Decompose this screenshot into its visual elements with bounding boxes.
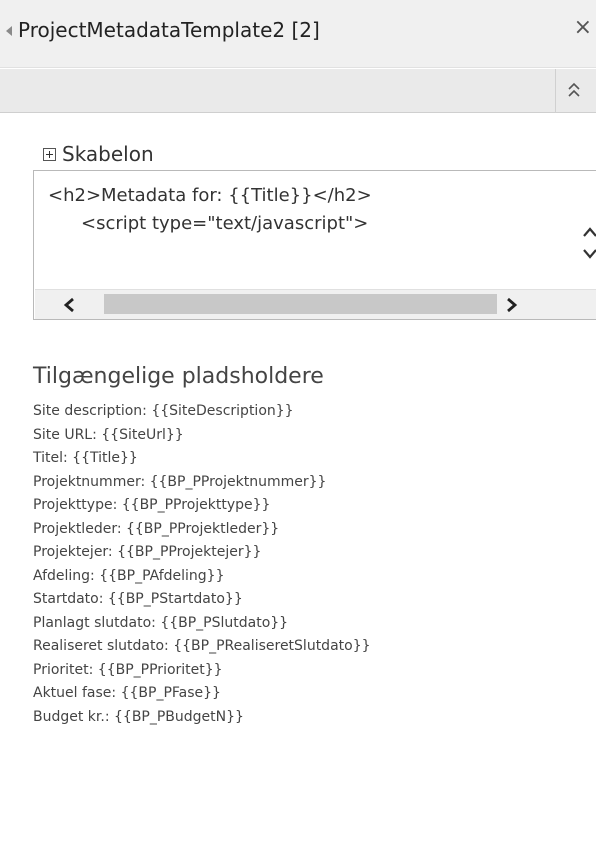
- toolbar-divider: [555, 69, 556, 113]
- panel-title: ProjectMetadataTemplate2 [2]: [18, 18, 320, 42]
- chevron-right-icon[interactable]: [505, 296, 519, 314]
- panel-header: ProjectMetadataTemplate2 [2] ×: [0, 0, 596, 68]
- list-item: Aktuel fase: {{BP_PFase}}: [33, 685, 221, 701]
- triangle-left-icon[interactable]: [6, 26, 12, 36]
- chevron-down-icon[interactable]: [581, 245, 596, 263]
- list-item: Afdeling: {{BP_PAfdeling}}: [33, 567, 225, 584]
- list-item: Site URL: {{SiteUrl}}: [33, 426, 184, 443]
- list-item: Projektleder: {{BP_PProjektleder}}: [33, 520, 280, 537]
- placeholders-heading: Tilgængelige pladsholdere: [33, 364, 324, 389]
- panel-toolbar: [0, 69, 596, 113]
- chevron-left-icon[interactable]: [62, 296, 76, 314]
- list-item: Projektejer: {{BP_PProjektejer}}: [33, 544, 262, 560]
- placeholder-list: Site description: {{SiteDescription}} Si…: [33, 400, 593, 729]
- list-item: Budget kr.: {{BP_PBudgetN}}: [33, 708, 244, 725]
- list-item: Startdato: {{BP_PStartdato}}: [33, 591, 243, 607]
- close-icon[interactable]: ×: [574, 16, 592, 40]
- list-item: Realiseret slutdato: {{BP_PRealiseretSlu…: [33, 638, 371, 654]
- template-editor[interactable]: <h2>Metadata for: {{Title}}</h2> <script…: [33, 170, 596, 320]
- list-item: Projekttype: {{BP_PProjekttype}}: [33, 497, 271, 513]
- code-line: <script type="text/javascript">: [81, 213, 369, 234]
- list-item: Titel: {{Title}}: [33, 450, 138, 466]
- list-item: Prioritet: {{BP_PPrioritet}}: [33, 661, 223, 678]
- horizontal-scrollbar[interactable]: [35, 289, 596, 319]
- list-item: Projektnummer: {{BP_PProjektnummer}}: [33, 473, 327, 490]
- chevron-up-icon[interactable]: [581, 223, 596, 241]
- code-line: <h2>Metadata for: {{Title}}</h2>: [48, 185, 372, 206]
- list-item: Planlagt slutdato: {{BP_PSlutdato}}: [33, 614, 289, 631]
- section-label-skabelon: Skabelon: [62, 142, 154, 166]
- scrollbar-thumb[interactable]: [104, 294, 497, 314]
- list-item: Site description: {{SiteDescription}}: [33, 403, 294, 419]
- double-chevron-up-icon[interactable]: [566, 79, 582, 101]
- plus-box-icon[interactable]: [43, 148, 56, 161]
